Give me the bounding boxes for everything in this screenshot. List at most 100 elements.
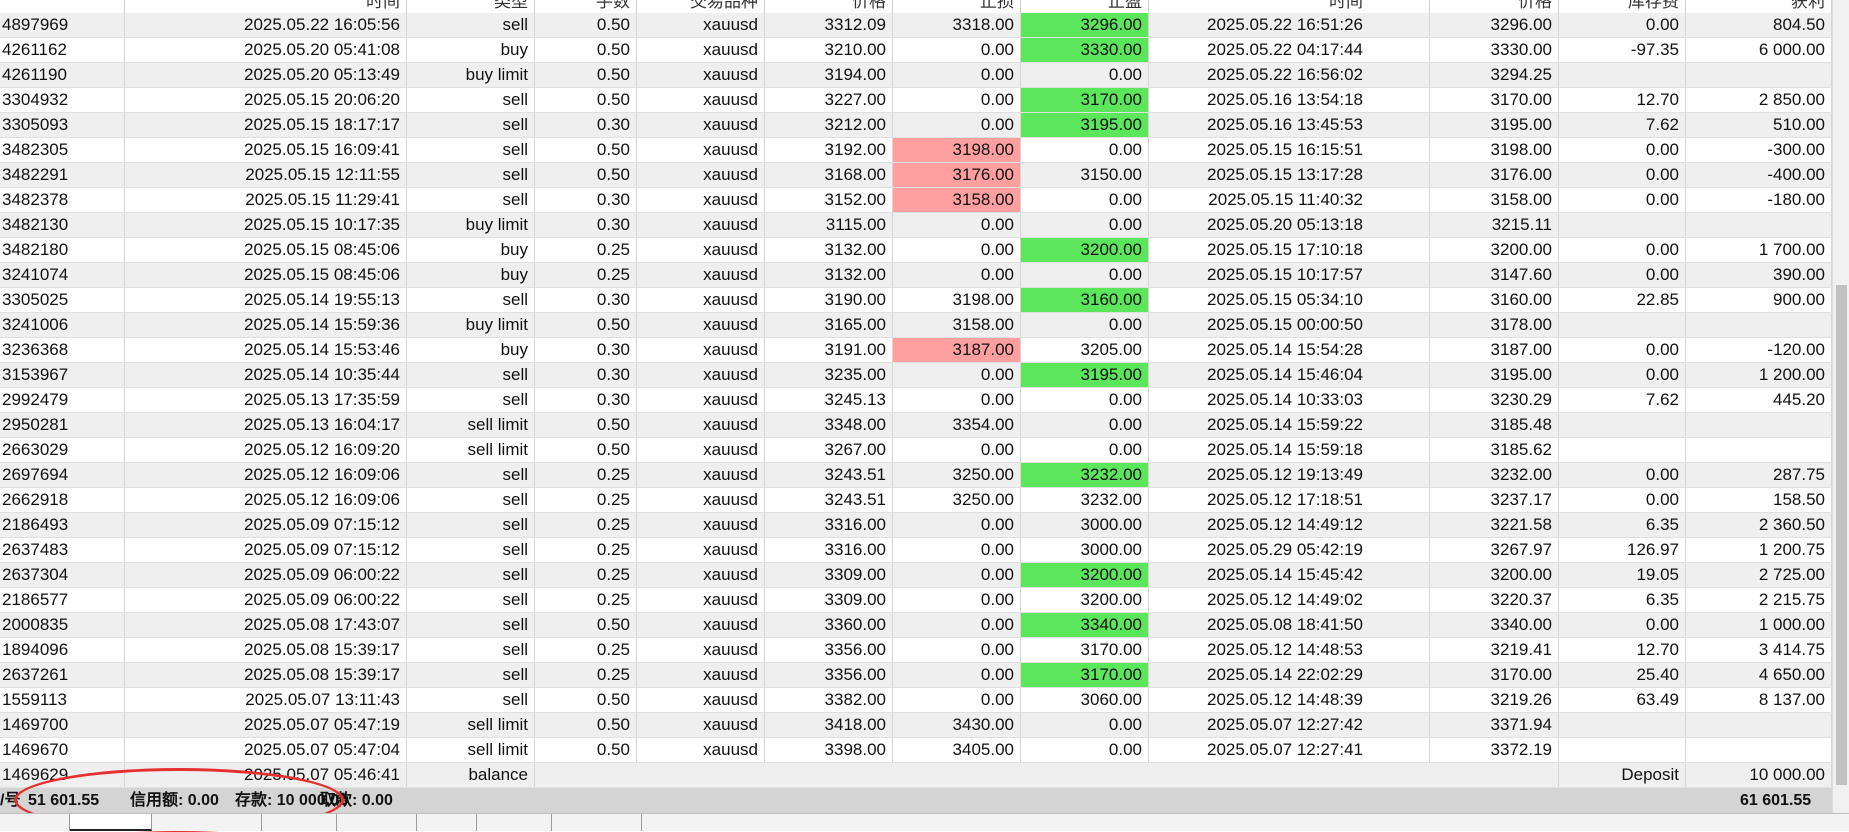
balance-row[interactable]: 1469629 2025.05.07 05:46:41 balance Deposit… [0,763,1832,788]
table-cell: sell [407,88,535,112]
table-row[interactable]: 2637483 2025.05.09 07:15:12 sell 0.25 xauusd… [0,538,1832,563]
table-row[interactable]: 4897969 2025.05.22 16:05:56 sell 0.50 xauusd… [0,13,1832,38]
table-cell: 3000.00 [1021,513,1149,537]
table-cell: 0.25 [535,538,637,562]
table-cell: 2025.05.22 04:17:44 [1149,38,1430,62]
column-header-ticket[interactable] [0,0,125,13]
table-cell: xauusd [637,738,765,762]
table-cell: 63.49 [1559,688,1686,712]
table-cell: 2025.05.14 10:35:44 [125,363,407,387]
table-row[interactable]: 2697694 2025.05.12 16:09:06 sell 0.25 xauusd… [0,463,1832,488]
table-row[interactable]: 2662918 2025.05.12 16:09:06 sell 0.25 xauusd… [0,488,1832,513]
table-cell: 3482378 [0,188,125,212]
table-row[interactable]: 1469700 2025.05.07 05:47:19 sell limit 0.50… [0,713,1832,738]
table-row[interactable]: 2000835 2025.05.08 17:43:07 sell 0.50 xauusd… [0,613,1832,638]
table-row[interactable]: 3305093 2025.05.15 18:17:17 sell 0.30 xauusd… [0,113,1832,138]
table-row[interactable]: 3482378 2025.05.15 11:29:41 sell 0.30 xauusd… [0,188,1832,213]
table-row[interactable]: 1469670 2025.05.07 05:47:04 sell limit 0.50… [0,738,1832,763]
table-row[interactable]: 3304932 2025.05.15 20:06:20 sell 0.50 xauusd… [0,88,1832,113]
table-row[interactable]: 3305025 2025.05.14 19:55:13 sell 0.30 xauusd… [0,288,1832,313]
table-row[interactable]: 2950281 2025.05.13 16:04:17 sell limit 0.50… [0,413,1832,438]
table-cell: 0.50 [535,13,637,37]
table-cell: xauusd [637,713,765,737]
table-cell: 0.50 [535,38,637,62]
table-row[interactable]: 4261190 2025.05.20 05:13:49 buy limit 0.50 x… [0,63,1832,88]
table-cell: 3243.51 [765,463,893,487]
table-row[interactable]: 2637261 2025.05.08 15:39:17 sell 0.25 xauusd… [0,663,1832,688]
tab-3[interactable] [152,814,262,831]
tab-5[interactable] [337,814,417,831]
table-cell: -120.00 [1686,338,1832,362]
column-header[interactable]: 类型 [407,0,535,13]
table-row[interactable]: 3236368 2025.05.14 15:53:46 buy 0.30 xauusd 3… [0,338,1832,363]
table-cell: buy limit [407,63,535,87]
table-cell: 0.25 [535,488,637,512]
table-cell: 287.75 [1686,463,1832,487]
table-cell: buy [407,338,535,362]
table-cell: 2025.05.12 17:18:51 [1149,488,1430,512]
table-cell: 2025.05.15 12:11:55 [125,163,407,187]
table-cell: 0.50 [535,738,637,762]
tab-6[interactable] [417,814,477,831]
column-header[interactable]: 交易品种 [637,0,765,13]
table-row[interactable]: 2637304 2025.05.09 06:00:22 sell 0.25 xauusd… [0,563,1832,588]
table-cell: 4 650.00 [1686,663,1832,687]
table-row[interactable]: 2992479 2025.05.13 17:35:59 sell 0.30 xauusd… [0,388,1832,413]
table-cell: 3340.00 [1430,613,1559,637]
table-cell: 2025.05.15 11:40:32 [1149,188,1430,212]
table-cell: 3348.00 [765,413,893,437]
table-row[interactable]: 3482305 2025.05.15 16:09:41 sell 0.50 xauusd… [0,138,1832,163]
column-header[interactable]: 价格 [1430,0,1559,13]
table-cell: buy [407,38,535,62]
column-header[interactable]: 止盈 [1021,0,1149,13]
table-cell: 2025.05.07 12:27:41 [1149,738,1430,762]
table-row[interactable]: 3241074 2025.05.15 08:45:06 buy 0.25 xauusd 3… [0,263,1832,288]
table-cell: 445.20 [1686,388,1832,412]
table-cell: 2637483 [0,538,125,562]
table-row[interactable]: 3482130 2025.05.15 10:17:35 buy limit 0.30 x… [0,213,1832,238]
table-cell: 3205.00 [1021,338,1149,362]
table-row[interactable]: 2186493 2025.05.09 07:15:12 sell 0.25 xauusd… [0,513,1832,538]
scrollbar-thumb[interactable] [1836,285,1847,785]
table-row[interactable]: 3482180 2025.05.15 08:45:06 buy 0.25 xauusd 3… [0,238,1832,263]
table-cell: 2025.05.08 18:41:50 [1149,613,1430,637]
table-cell: 0.00 [1021,188,1149,212]
table-cell: 0.50 [535,413,637,437]
table-cell: 0.00 [893,663,1021,687]
tab-7[interactable] [477,814,552,831]
table-row[interactable]: 4261162 2025.05.20 05:41:08 buy 0.50 xauusd 3… [0,38,1832,63]
table-cell: 12.70 [1559,638,1686,662]
column-header[interactable]: 止损 [893,0,1021,13]
table-row[interactable]: 1894096 2025.05.08 15:39:17 sell 0.25 xauusd… [0,638,1832,663]
table-row[interactable]: 3241006 2025.05.14 15:59:36 buy limit 0.50 x… [0,313,1832,338]
vertical-scrollbar[interactable] [1832,0,1849,813]
table-row[interactable]: 1559113 2025.05.07 13:11:43 sell 0.50 xauusd… [0,688,1832,713]
table-cell: 2025.05.15 11:29:41 [125,188,407,212]
table-row[interactable]: 2663029 2025.05.12 16:09:20 sell limit 0.50… [0,438,1832,463]
tab-4[interactable] [262,814,337,831]
column-header[interactable]: 手数 [535,0,637,13]
table-row[interactable]: 3482291 2025.05.15 12:11:55 sell 0.50 xauusd… [0,163,1832,188]
table-cell: 0.25 [535,238,637,262]
column-header[interactable]: 获利 [1686,0,1832,13]
column-header[interactable]: 时间 [125,0,407,13]
table-cell: 1559113 [0,688,125,712]
table-row[interactable]: 3153967 2025.05.14 10:35:44 sell 0.30 xauusd… [0,363,1832,388]
table-cell: 3241074 [0,263,125,287]
table-cell: 3195.00 [1430,113,1559,137]
table-cell: 3220.37 [1430,588,1559,612]
table-cell: 2186577 [0,588,125,612]
column-header[interactable]: 时间 [1149,0,1430,13]
table-cell: 2025.05.12 16:09:06 [125,463,407,487]
column-header[interactable]: 库存费 [1559,0,1686,13]
table-row[interactable]: 2186577 2025.05.09 06:00:22 sell 0.25 xauusd… [0,588,1832,613]
table-cell: 3356.00 [765,638,893,662]
column-header[interactable]: 价格 [765,0,893,13]
equity-value: 51 601.55 [28,792,100,809]
table-cell: 3482180 [0,238,125,262]
tab-1[interactable] [0,814,70,831]
table-cell: 2025.05.14 15:59:18 [1149,438,1430,462]
tab-8[interactable] [552,814,642,831]
table-cell: xauusd [637,238,765,262]
tab-history[interactable] [70,814,152,831]
